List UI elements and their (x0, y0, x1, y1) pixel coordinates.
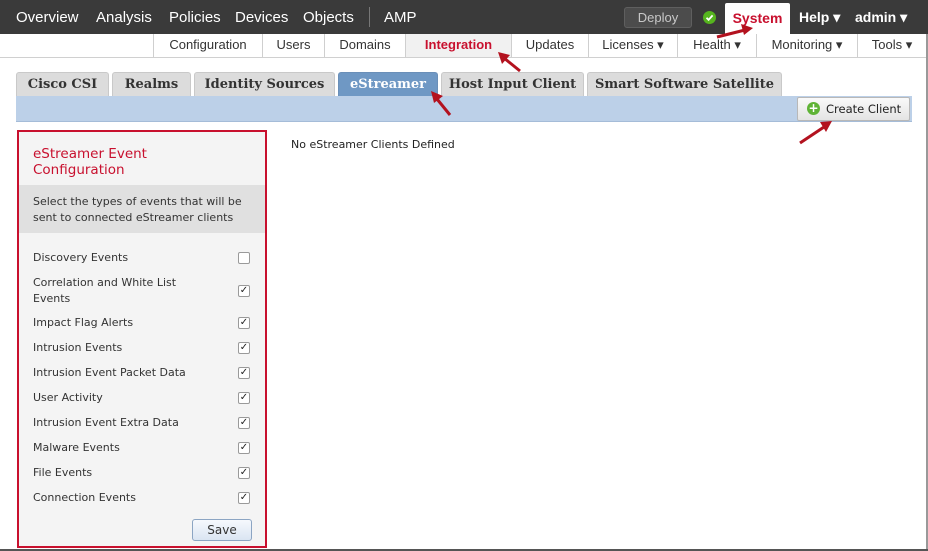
event-label: Discovery Events (33, 251, 129, 264)
create-client-label: Create Client (826, 102, 902, 116)
event-label: Intrusion Events (33, 341, 123, 354)
annotation-arrow-icon (799, 121, 832, 145)
event-row: Intrusion Event Packet Data ✓ (33, 365, 255, 381)
checkbox-intrusion-events[interactable]: ✓ (238, 342, 250, 354)
event-row: Impact Flag Alerts ✓ (33, 315, 255, 331)
checkbox-discovery-events[interactable] (238, 252, 250, 264)
checkbox-correlation-events[interactable]: ✓ (238, 285, 250, 297)
subnav-health[interactable]: Health ▾ (677, 34, 756, 57)
event-config-panel: eStreamer Event Configuration Select the… (17, 130, 267, 548)
panel-description: Select the types of events that will be … (19, 185, 265, 233)
tab-realms[interactable]: Realms (112, 72, 191, 96)
checkbox-user-activity[interactable]: ✓ (238, 392, 250, 404)
event-label: File Events (33, 466, 93, 479)
event-label: Connection Events (33, 491, 136, 504)
subnav-updates[interactable]: Updates (511, 34, 588, 57)
nav-divider (369, 7, 370, 27)
event-row: Intrusion Event Extra Data ✓ (33, 415, 255, 431)
event-label: Intrusion Event Extra Data (33, 416, 179, 429)
nav-policies[interactable]: Policies (169, 0, 221, 34)
event-label: Intrusion Event Packet Data (33, 366, 186, 379)
checkbox-intrusion-packet-data[interactable]: ✓ (238, 367, 250, 379)
event-label: User Activity (33, 391, 103, 404)
event-label: Impact Flag Alerts (33, 316, 134, 329)
event-row: User Activity ✓ (33, 390, 255, 406)
help-menu[interactable]: Help ▾ (799, 0, 840, 34)
top-nav-bar: Overview Analysis Policies Devices Objec… (0, 0, 928, 34)
tab-identity-sources[interactable]: Identity Sources (194, 72, 335, 96)
nav-analysis[interactable]: Analysis (96, 0, 152, 34)
subnav-domains[interactable]: Domains (324, 34, 405, 57)
deploy-button[interactable]: Deploy (624, 7, 692, 28)
toolbar (16, 96, 912, 122)
plus-circle-icon: + (807, 101, 820, 115)
nav-system[interactable]: System (725, 3, 790, 34)
event-row: Malware Events ✓ (33, 440, 255, 456)
tab-estreamer[interactable]: eStreamer (338, 72, 438, 96)
nav-objects[interactable]: Objects (303, 0, 354, 34)
panel-title: eStreamer Event Configuration (33, 146, 147, 178)
tab-cisco-csi[interactable]: Cisco CSI (16, 72, 109, 96)
subnav-configuration[interactable]: Configuration (153, 34, 262, 57)
nav-overview[interactable]: Overview (16, 0, 79, 34)
create-client-button[interactable]: + Create Client (797, 97, 910, 121)
nav-amp[interactable]: AMP (384, 0, 417, 34)
checkbox-malware-events[interactable]: ✓ (238, 442, 250, 454)
checkbox-file-events[interactable]: ✓ (238, 467, 250, 479)
event-row: Connection Events ✓ (33, 490, 255, 506)
subnav-monitoring[interactable]: Monitoring ▾ (756, 34, 857, 57)
event-row: File Events ✓ (33, 465, 255, 481)
checkbox-connection-events[interactable]: ✓ (238, 492, 250, 504)
event-row: Intrusion Events ✓ (33, 340, 255, 356)
nav-devices[interactable]: Devices (235, 0, 288, 34)
check-circle-icon[interactable] (703, 11, 716, 24)
subnav-integration[interactable]: Integration (405, 34, 511, 57)
subnav-licenses[interactable]: Licenses ▾ (588, 34, 677, 57)
tab-host-input-client[interactable]: Host Input Client (441, 72, 584, 96)
event-row: Discovery Events (33, 250, 255, 266)
event-label: Correlation and White List Events (33, 276, 177, 305)
subnav-tools[interactable]: Tools ▾ (857, 34, 926, 57)
checkbox-impact-flag-alerts[interactable]: ✓ (238, 317, 250, 329)
subnav-users[interactable]: Users (262, 34, 324, 57)
sub-nav-bar: Configuration Users Domains Integration … (0, 34, 928, 58)
tab-smart-software-satellite[interactable]: Smart Software Satellite (587, 72, 782, 96)
event-row: Correlation and White List Events ✓ (33, 275, 255, 307)
event-label: Malware Events (33, 441, 120, 454)
checkbox-intrusion-extra-data[interactable]: ✓ (238, 417, 250, 429)
empty-clients-message: No eStreamer Clients Defined (291, 138, 455, 151)
save-button[interactable]: Save (192, 519, 252, 541)
user-menu[interactable]: admin ▾ (855, 0, 907, 34)
